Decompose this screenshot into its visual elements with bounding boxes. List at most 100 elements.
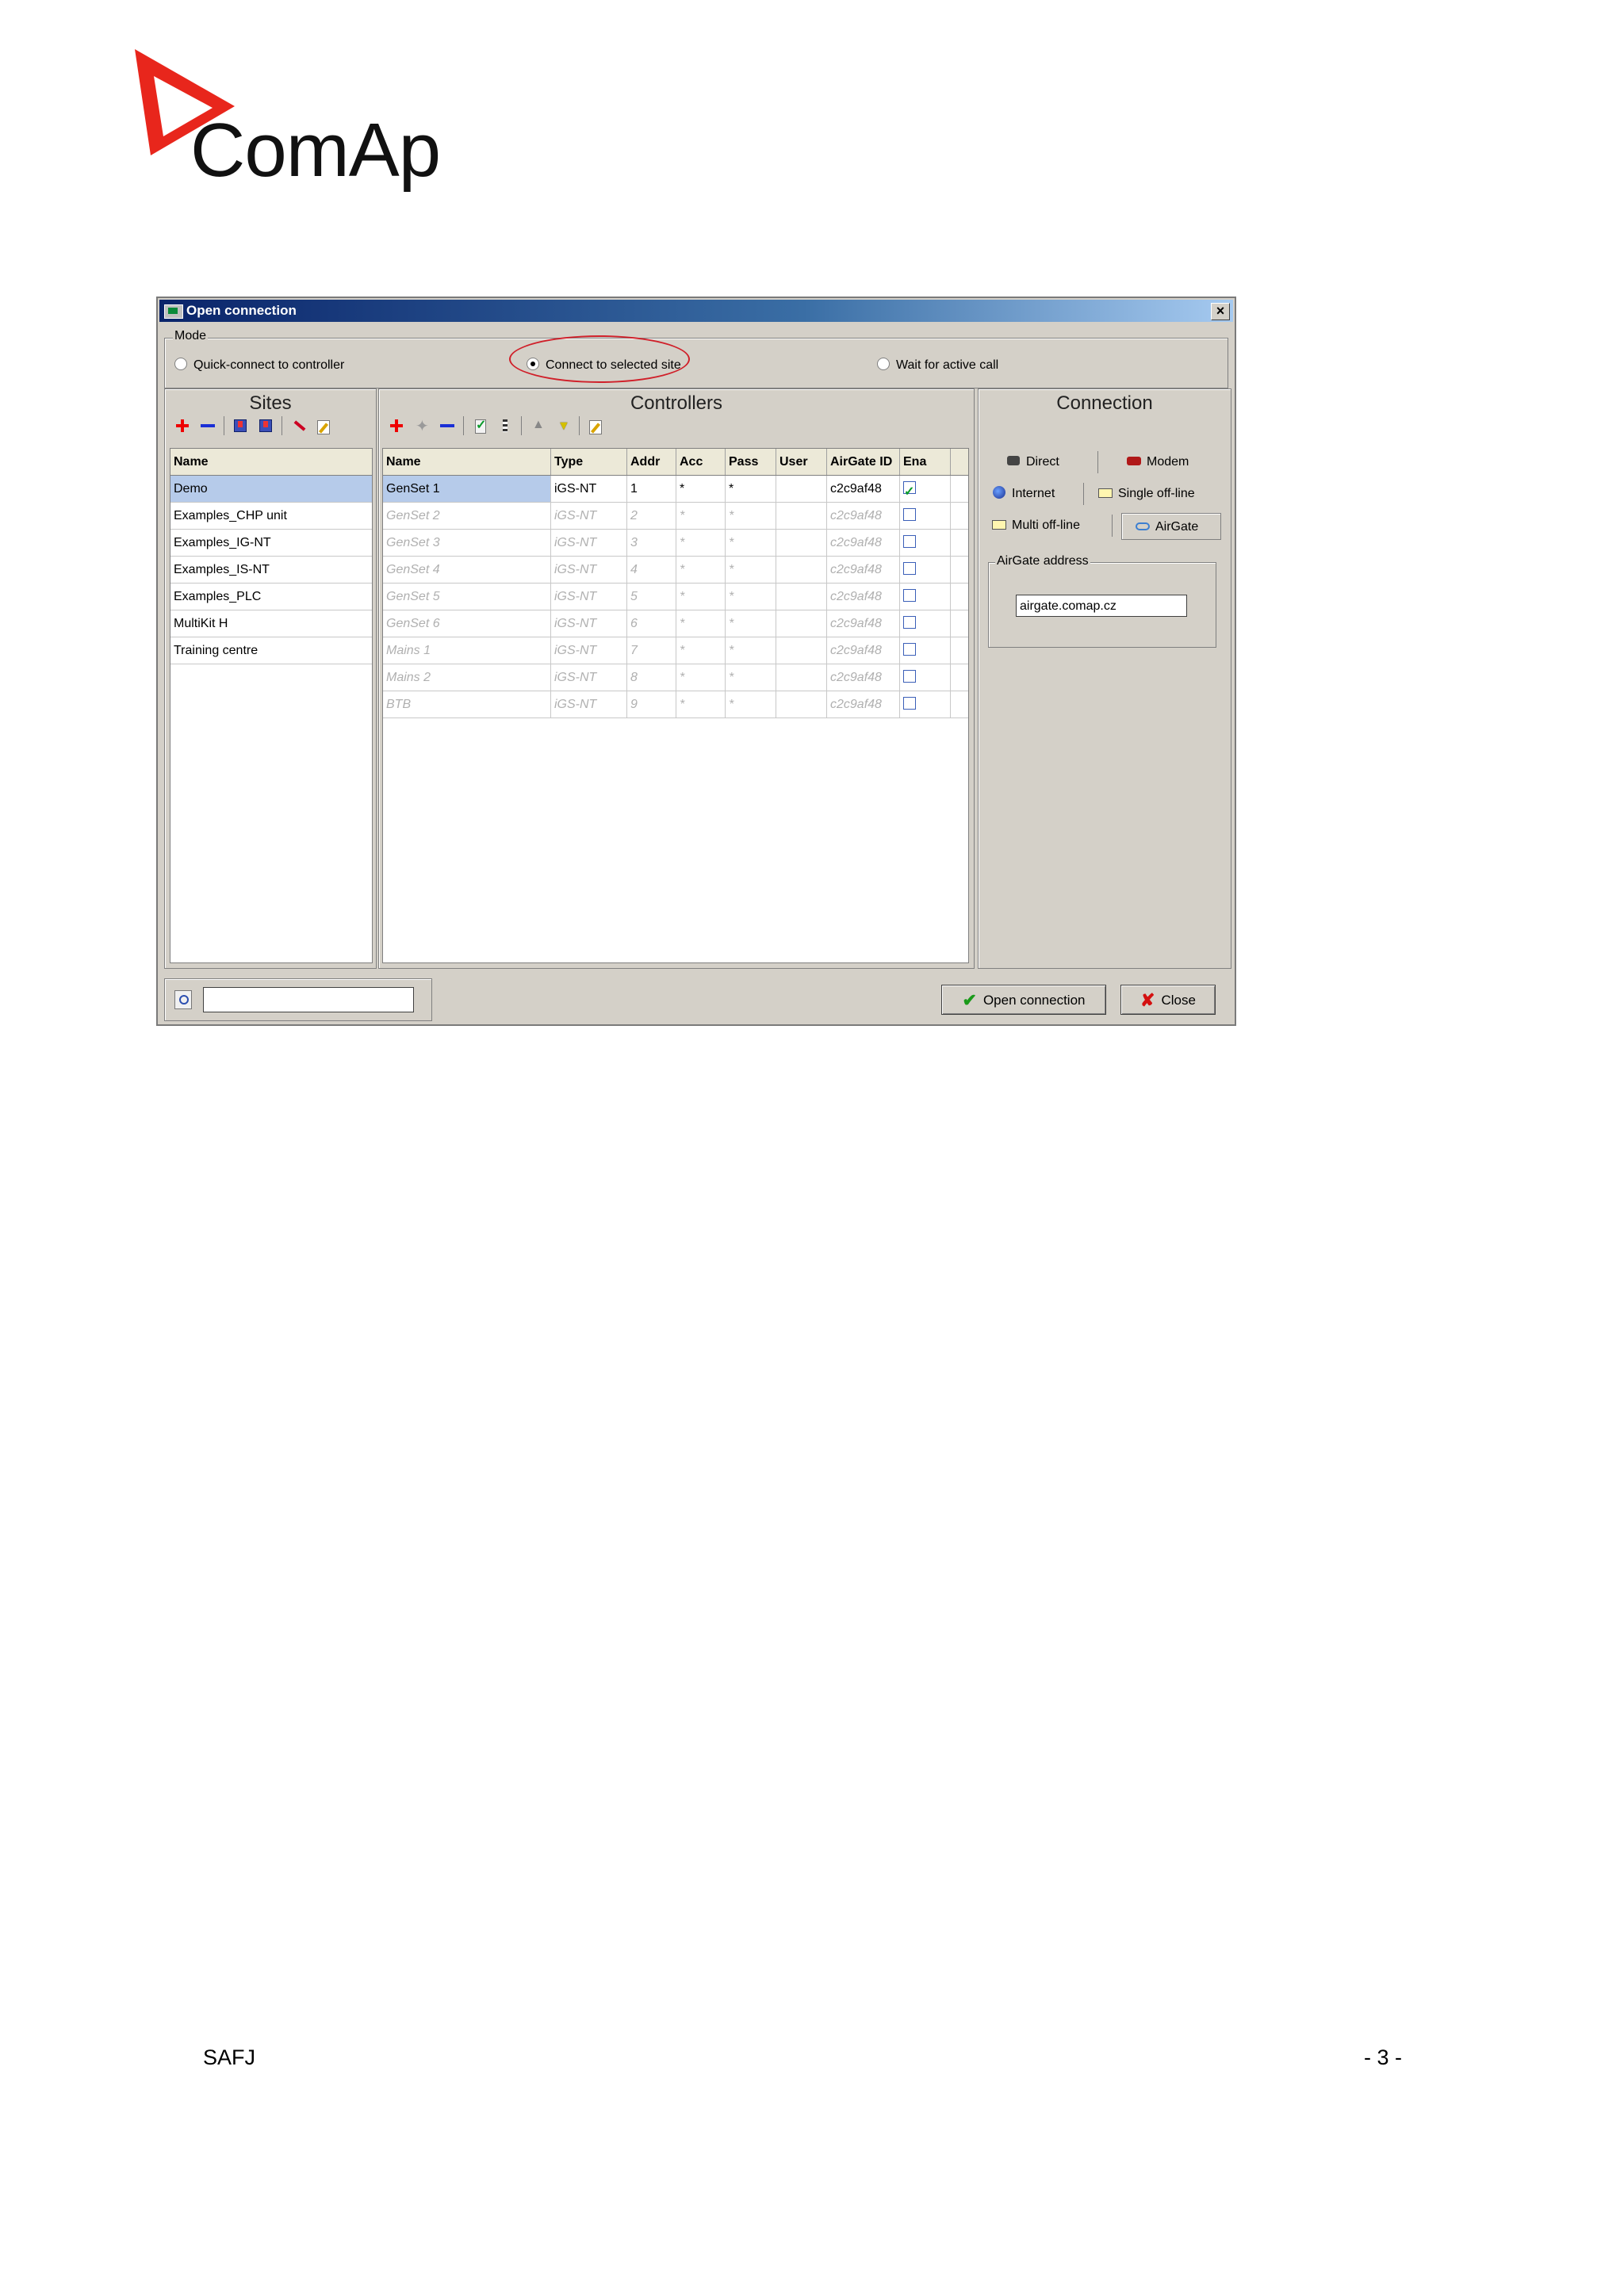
column-header[interactable]: AirGate ID (827, 449, 900, 475)
controller-ena-cell (900, 584, 951, 610)
controller-type-cell: iGS-NT (551, 691, 627, 718)
sites-toolbar (173, 416, 339, 437)
site-row[interactable]: Training centre (170, 637, 372, 664)
enable-checkbox[interactable] (903, 643, 916, 656)
controller-acc-cell: * (676, 610, 726, 637)
controllers-panel: Controllers Name Type Addr Acc Pass User… (378, 388, 975, 969)
controller-pass-cell: * (726, 584, 776, 610)
controller-addr-cell: 3 (627, 530, 676, 556)
enable-checkbox[interactable] (903, 616, 916, 629)
export-site-icon[interactable] (256, 416, 275, 435)
airgate-address-label: AirGate address (995, 554, 1090, 568)
controller-row[interactable]: Mains 2 iGS-NT 8 * * c2c9af48 (383, 664, 968, 691)
list-icon[interactable] (496, 416, 515, 435)
controller-pass-cell: * (726, 610, 776, 637)
column-header[interactable]: User (776, 449, 827, 475)
edit-site-icon[interactable] (314, 416, 333, 435)
sites-header-row: Name (170, 449, 372, 476)
controller-row[interactable]: GenSet 5 iGS-NT 5 * * c2c9af48 (383, 584, 968, 610)
connection-panel: Connection Direct Modem Internet Single … (978, 388, 1231, 969)
tool-icon[interactable] (289, 416, 308, 435)
direct-option[interactable]: Direct (1005, 454, 1059, 469)
airgate-option[interactable]: AirGate (1121, 513, 1221, 540)
site-row[interactable]: Examples_IS-NT (170, 557, 372, 584)
controller-row[interactable]: BTB iGS-NT 9 * * c2c9af48 (383, 691, 968, 718)
controller-row[interactable]: Mains 1 iGS-NT 7 * * c2c9af48 (383, 637, 968, 664)
controller-row[interactable]: GenSet 3 iGS-NT 3 * * c2c9af48 (383, 530, 968, 557)
enable-checkbox[interactable] (903, 697, 916, 710)
open-connection-button[interactable]: ✔ Open connection (941, 985, 1106, 1015)
move-up-icon[interactable] (528, 416, 547, 435)
close-window-icon[interactable]: × (1211, 303, 1230, 320)
sites-table: Name Demo Examples_CHP unit Examples_IG-NT… (170, 448, 373, 963)
controller-addr-cell: 6 (627, 610, 676, 637)
internet-option[interactable]: Internet (991, 486, 1055, 501)
dialog-title: Open connection (186, 303, 297, 318)
site-name: Training centre (174, 644, 259, 657)
search-icon[interactable] (174, 990, 192, 1009)
controller-acc-cell: * (676, 584, 726, 610)
controller-row[interactable]: GenSet 6 iGS-NT 6 * * c2c9af48 (383, 610, 968, 637)
enable-checkbox[interactable] (903, 562, 916, 575)
controller-type-cell: iGS-NT (551, 503, 627, 529)
add-controller-icon[interactable] (387, 416, 406, 435)
site-row[interactable]: Examples_IG-NT (170, 530, 372, 557)
remove-controller-icon[interactable] (438, 416, 457, 435)
close-button[interactable]: ✘ Close (1120, 985, 1216, 1015)
add-site-icon[interactable] (173, 416, 192, 435)
site-row[interactable]: Demo (170, 476, 372, 503)
controller-row[interactable]: GenSet 2 iGS-NT 2 * * c2c9af48 (383, 503, 968, 530)
controller-airgate-cell: c2c9af48 (827, 691, 900, 718)
enable-all-icon[interactable] (470, 416, 489, 435)
controller-acc-cell: * (676, 530, 726, 556)
modem-option[interactable]: Modem (1126, 454, 1189, 469)
controller-acc-cell: * (676, 503, 726, 529)
controller-pass-cell: * (726, 557, 776, 583)
enable-checkbox[interactable] (903, 479, 916, 502)
enable-checkbox[interactable] (903, 508, 916, 521)
column-header[interactable]: Ena (900, 449, 951, 475)
radio-wait-call[interactable]: Wait for active call (877, 358, 998, 373)
edit-controller-icon[interactable] (586, 416, 605, 435)
radio-label: Wait for active call (896, 358, 999, 372)
column-header[interactable]: Addr (627, 449, 676, 475)
remove-site-icon[interactable] (198, 416, 217, 435)
column-header[interactable]: Pass (726, 449, 776, 475)
add-multiple-icon[interactable] (412, 416, 431, 436)
column-header[interactable]: Type (551, 449, 627, 475)
controller-ena-cell (900, 664, 951, 691)
site-row[interactable]: Examples_CHP unit (170, 503, 372, 530)
move-down-icon[interactable] (553, 416, 573, 435)
controller-row[interactable]: GenSet 4 iGS-NT 4 * * c2c9af48 (383, 557, 968, 584)
enable-checkbox[interactable] (903, 670, 916, 683)
controller-addr-cell: 4 (627, 557, 676, 583)
modem-icon (1126, 454, 1142, 467)
controller-row[interactable]: GenSet 1 iGS-NT 1 * * c2c9af48 (383, 476, 968, 503)
multi-offline-option[interactable]: Multi off-line (991, 518, 1080, 533)
enable-checkbox[interactable] (903, 589, 916, 602)
single-offline-option[interactable]: Single off-line (1097, 486, 1195, 501)
column-header[interactable]: Name (170, 449, 372, 475)
mode-group: Mode Quick-connect to controller Connect… (164, 329, 1228, 388)
logo-text: ComAp (190, 108, 441, 193)
site-row[interactable]: MultiKit H (170, 610, 372, 637)
controller-name-cell: GenSet 6 (383, 610, 551, 637)
controller-user-cell (776, 691, 827, 718)
import-site-icon[interactable] (231, 416, 250, 435)
controller-user-cell (776, 503, 827, 529)
enable-checkbox[interactable] (903, 535, 916, 548)
airgate-address-input[interactable]: airgate.comap.cz (1016, 595, 1187, 617)
controller-user-cell (776, 530, 827, 556)
controller-user-cell (776, 557, 827, 583)
column-header[interactable]: Name (383, 449, 551, 475)
controller-acc-cell: * (676, 664, 726, 691)
controller-user-cell (776, 610, 827, 637)
radio-quick-connect[interactable]: Quick-connect to controller (174, 358, 344, 373)
airgate-address-group: AirGate address airgate.comap.cz (988, 554, 1216, 648)
controller-user-cell (776, 637, 827, 664)
comap-logo: ComAp (133, 48, 450, 206)
column-header[interactable]: Acc (676, 449, 726, 475)
site-row[interactable]: Examples_PLC (170, 584, 372, 610)
search-input[interactable] (203, 987, 414, 1012)
controller-acc-cell: * (676, 691, 726, 718)
